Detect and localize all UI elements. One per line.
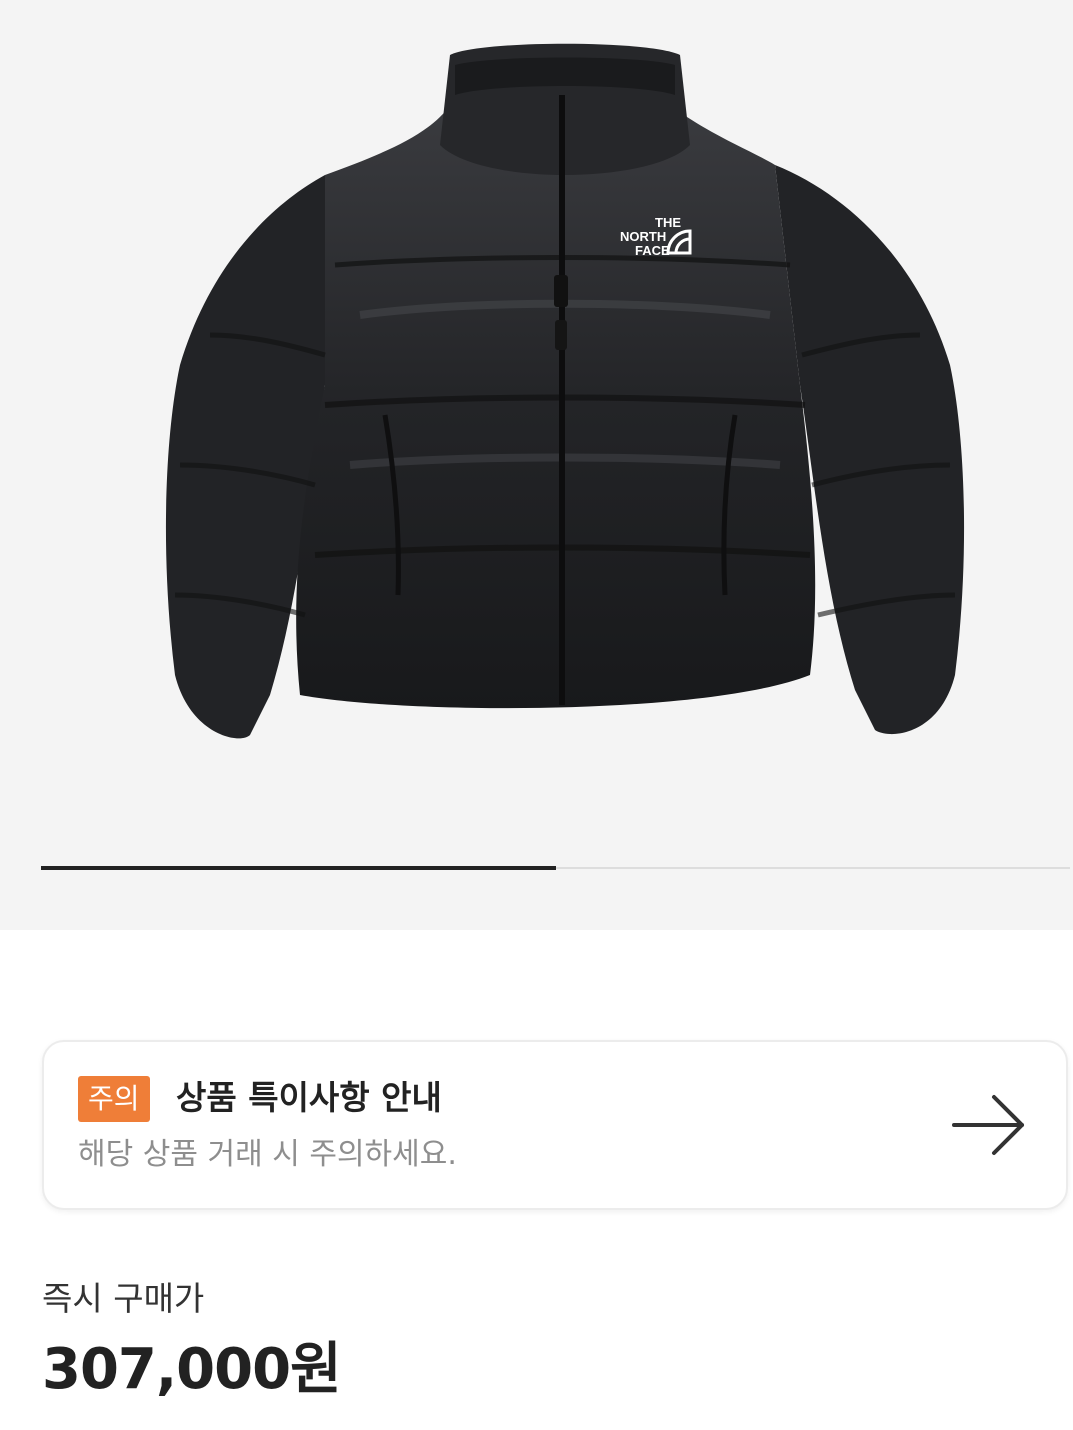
- svg-text:FACE: FACE: [635, 243, 670, 258]
- gallery-progress-fill: [41, 866, 556, 870]
- instant-buy-price: 307,000원: [42, 1337, 342, 1402]
- notice-title: 상품 특이사항 안내: [176, 1078, 442, 1117]
- svg-text:NORTH: NORTH: [620, 229, 666, 244]
- warning-badge: 주의: [78, 1076, 150, 1122]
- product-image: THE NORTH FACE: [165, 43, 965, 739]
- gallery-progress-bar: [41, 866, 1070, 870]
- product-image-gallery[interactable]: THE NORTH FACE: [0, 0, 1073, 930]
- svg-text:THE: THE: [655, 215, 681, 230]
- instant-buy-price-label: 즉시 구매가: [42, 1279, 205, 1318]
- arrow-right-icon[interactable]: [950, 1092, 1030, 1158]
- product-notice-card[interactable]: 주의 상품 특이사항 안내 해당 상품 거래 시 주의하세요.: [42, 1040, 1068, 1210]
- notice-description: 해당 상품 거래 시 주의하세요.: [78, 1137, 457, 1172]
